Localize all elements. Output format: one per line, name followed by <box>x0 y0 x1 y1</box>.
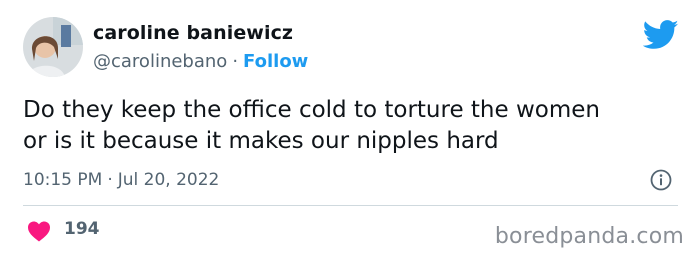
tweet-date: Jul 20, 2022 <box>117 170 220 190</box>
separator-dot: · <box>232 51 239 72</box>
separator-dot: · <box>107 170 113 190</box>
tweet-time: 10:15 PM <box>23 170 103 190</box>
twitter-bird-icon[interactable] <box>642 20 679 50</box>
divider <box>23 205 678 206</box>
heart-icon[interactable] <box>27 220 51 242</box>
author-handle[interactable]: @carolinebano <box>93 51 227 72</box>
watermark: boredpanda.com <box>494 224 684 249</box>
follow-button[interactable]: Follow <box>243 51 308 72</box>
tweet-text-line: Do they keep the office cold to torture … <box>23 97 600 123</box>
info-icon[interactable] <box>650 169 672 191</box>
author-name[interactable]: caroline baniewicz <box>93 22 293 44</box>
avatar[interactable] <box>23 17 83 77</box>
author-meta-row: @carolinebano · Follow <box>93 51 308 72</box>
tweet-card: caroline baniewicz @carolinebano · Follow … <box>0 0 700 257</box>
tweet-text: Do they keep the office cold to torture … <box>23 95 683 157</box>
like-count[interactable]: 194 <box>64 219 100 239</box>
tweet-text-line: or is it because it makes our nipples ha… <box>23 128 499 154</box>
tweet-timestamp[interactable]: 10:15 PM · Jul 20, 2022 <box>23 170 219 190</box>
